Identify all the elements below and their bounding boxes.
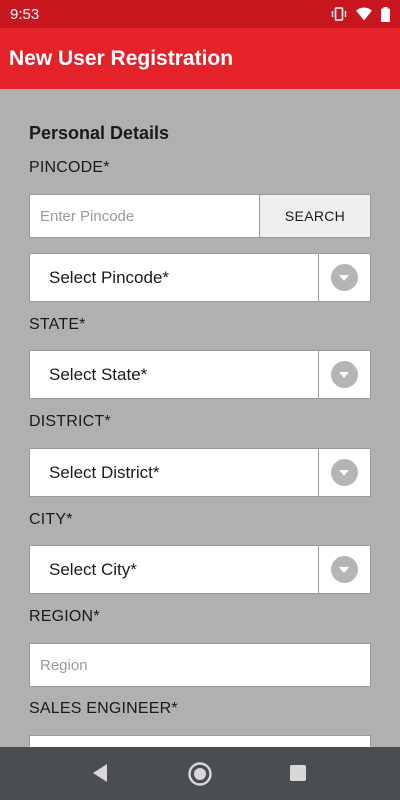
- pincode-row: Enter Pincode SEARCH: [29, 194, 371, 238]
- district-select[interactable]: Select District*: [29, 448, 371, 497]
- dropdown-arrow-icon[interactable]: [319, 254, 370, 301]
- pincode-select-text: Select Pincode*: [49, 267, 170, 287]
- sales-engineer-input[interactable]: [29, 735, 371, 747]
- search-button[interactable]: SEARCH: [260, 194, 371, 238]
- pincode-placeholder: Enter Pincode: [40, 207, 135, 225]
- pincode-select[interactable]: Select Pincode*: [29, 253, 371, 302]
- battery-icon: [381, 6, 390, 22]
- region-label: REGION*: [29, 608, 100, 625]
- district-label: DISTRICT*: [29, 413, 111, 430]
- status-bar: 9:53: [0, 0, 400, 28]
- home-icon[interactable]: [187, 761, 213, 787]
- state-label: STATE*: [29, 316, 86, 333]
- pincode-label: PINCODE*: [29, 159, 110, 176]
- wifi-icon: [356, 7, 372, 21]
- state-select-text: Select State*: [49, 364, 148, 384]
- state-select[interactable]: Select State*: [29, 350, 371, 399]
- app-bar: New User Registration: [0, 28, 400, 89]
- vibrate-icon: [331, 7, 347, 21]
- dropdown-arrow-icon[interactable]: [319, 546, 370, 593]
- dropdown-arrow-icon[interactable]: [319, 449, 370, 496]
- dropdown-arrow-icon[interactable]: [319, 351, 370, 398]
- page-title: New User Registration: [9, 46, 234, 70]
- back-icon[interactable]: [91, 763, 109, 783]
- status-icons: [331, 6, 390, 22]
- city-select[interactable]: Select City*: [29, 545, 371, 594]
- city-select-text: Select City*: [49, 559, 137, 579]
- city-label: CITY*: [29, 511, 73, 528]
- recents-icon[interactable]: [290, 765, 306, 781]
- district-select-text: Select District*: [49, 462, 160, 482]
- region-placeholder: Region: [40, 656, 88, 674]
- registration-form: Personal Details PINCODE* Enter Pincode …: [0, 89, 400, 747]
- navigation-bar: [0, 747, 400, 800]
- section-title: Personal Details: [29, 123, 170, 143]
- pincode-input[interactable]: Enter Pincode: [29, 194, 260, 238]
- sales-engineer-label: SALES ENGINEER*: [29, 700, 178, 717]
- status-time: 9:53: [10, 5, 40, 23]
- region-input[interactable]: Region: [29, 643, 371, 687]
